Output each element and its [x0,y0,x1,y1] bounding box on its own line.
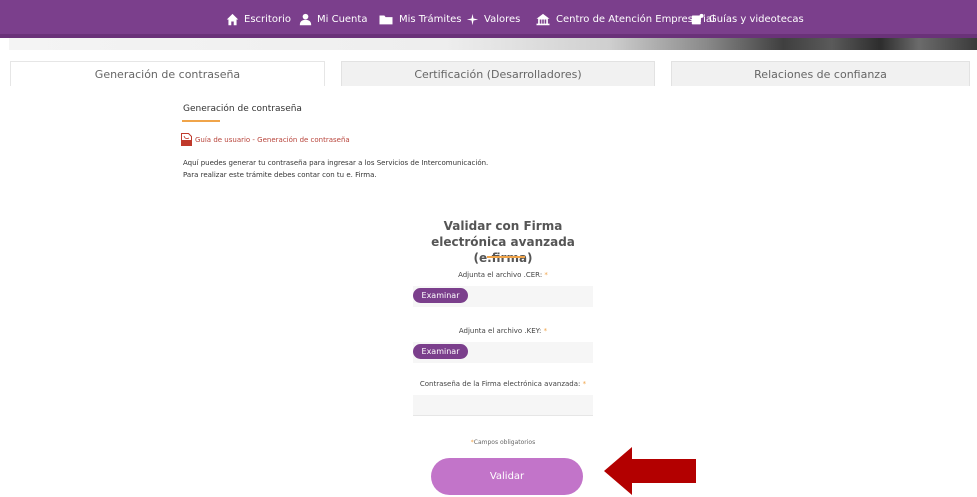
password-label: Contraseña de la Firma electrónica avanz… [419,380,587,388]
tab-label: Certificación (Desarrolladores) [414,67,582,81]
section-title: Generación de contraseña [183,104,302,114]
tab-relaciones-confianza[interactable]: Relaciones de confianza [671,61,970,86]
nav-label: Valores [484,13,521,25]
efirma-password-input[interactable] [413,395,593,416]
nav-mi-cuenta[interactable]: Mi Cuenta [299,0,367,38]
tab-label: Generación de contraseña [94,67,241,81]
top-navigation-bar: Escritorio Mi Cuenta Mis Trámites Valore… [0,0,977,38]
nav-centro-atencion[interactable]: Centro de Atención Empresarial [535,0,715,38]
red-arrow-annotation [604,447,696,495]
nav-mis-tramites[interactable]: Mis Trámites [378,0,461,38]
required-asterisk: * [582,380,587,388]
header-banner-image [9,38,977,50]
nav-escritorio[interactable]: Escritorio [226,0,291,38]
section-title-underline [182,120,220,122]
video-guide-icon [691,13,704,24]
form-title-underline [487,256,525,258]
building-icon [536,13,550,25]
sparkle-icon [466,13,479,25]
required-fields-note: *Campos obligatorios [470,439,536,446]
info-text-line-1: Aquí puedes generar tu contraseña para i… [183,159,489,167]
nav-label: Escritorio [244,13,291,25]
tab-label: Relaciones de confianza [754,67,887,81]
form-title: Validar con Firma electrónica avanzada (… [431,219,575,265]
home-icon [226,13,239,25]
cer-browse-button[interactable]: Examinar [413,288,468,303]
folder-icon [379,14,393,24]
validar-button[interactable]: Validar [431,458,583,495]
key-browse-button[interactable]: Examinar [413,344,468,359]
nav-label: Guías y videotecas [709,13,804,25]
nav-guias-videotecas[interactable]: Guías y videotecas [691,0,804,38]
required-asterisk: * [544,271,548,279]
tab-certificacion-desarrolladores[interactable]: Certificación (Desarrolladores) [341,61,655,86]
pdf-icon [181,133,192,146]
nav-label: Mi Cuenta [317,13,368,25]
info-text-line-2: Para realizar este trámite debes contar … [183,171,377,179]
user-guide-link-label: Guía de usuario - Generación de contrase… [195,135,350,144]
tab-generacion-contrasena[interactable]: Generación de contraseña [10,61,325,86]
user-guide-link[interactable]: Guía de usuario - Generación de contrase… [181,133,350,146]
user-icon [299,13,312,25]
tab-bar: Generación de contraseña Certificación (… [0,61,977,87]
nav-valores[interactable]: Valores [466,0,520,38]
cer-file-label: Adjunta el archivo .CER: * [458,271,548,279]
key-file-label: Adjunta el archivo .KEY: * [458,327,548,335]
nav-label: Mis Trámites [399,13,462,25]
required-asterisk: * [543,327,548,335]
